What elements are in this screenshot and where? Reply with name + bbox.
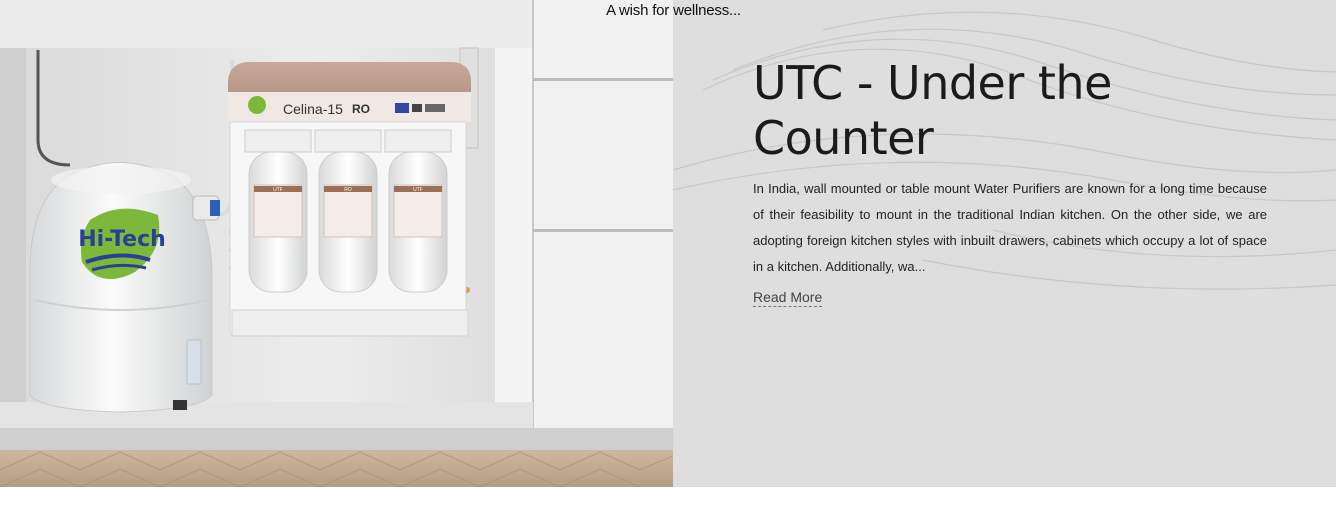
product-illustration: Hi-Tech Celina-15 RO UTF RO UTF [0, 0, 673, 487]
filter-label: UTF [273, 187, 283, 193]
brand-logo-text: Hi-Tech [78, 227, 166, 252]
product-info-panel: UTC - Under the Counter In India, wall m… [673, 0, 1336, 487]
tagline: A wish for wellness... [606, 2, 741, 19]
product-description: In India, wall mounted or table mount Wa… [753, 181, 1267, 274]
filter-label: RO [344, 187, 352, 193]
product-hero: Hi-Tech Celina-15 RO UTF RO UTF UTC - Un… [0, 0, 1336, 487]
brand-badge [248, 96, 266, 114]
model-type: RO [352, 102, 370, 116]
product-image: Hi-Tech Celina-15 RO UTF RO UTF [0, 0, 673, 487]
model-name: Celina-15 [283, 101, 343, 117]
product-title: UTC - Under the Counter [753, 56, 1112, 165]
read-more-link[interactable]: Read More [753, 289, 823, 307]
filter-label: UTF [413, 187, 423, 193]
